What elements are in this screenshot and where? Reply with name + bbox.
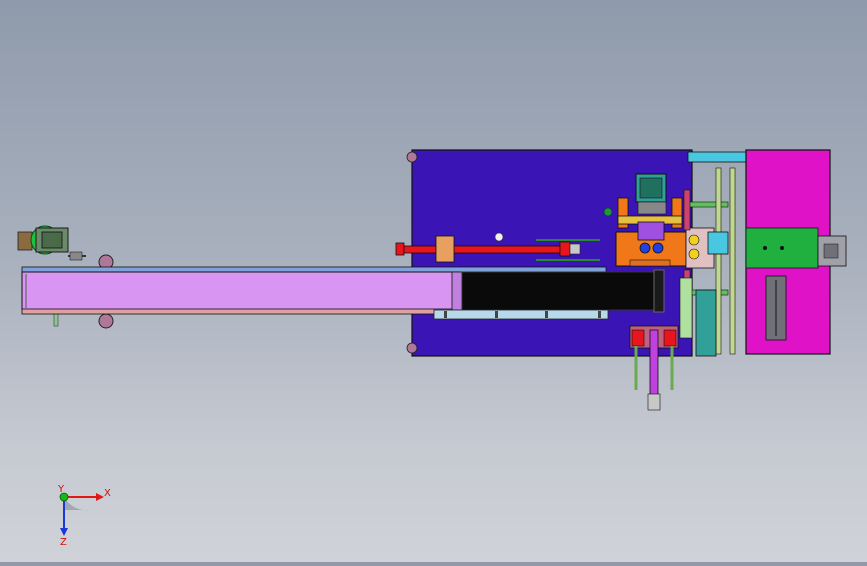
guide-clip-2 xyxy=(495,311,498,318)
shaft-coupling xyxy=(69,251,83,261)
vertical-cylinder-assembly[interactable] xyxy=(629,325,679,411)
orange-block-bottom xyxy=(629,259,671,267)
mount-hole-left xyxy=(763,246,767,250)
guide-clip-1 xyxy=(444,311,447,318)
x-axis-arrowhead xyxy=(96,493,104,501)
vertical-post-right xyxy=(729,167,736,355)
belt-guide-plate xyxy=(433,309,609,320)
teal-slider-inner xyxy=(639,177,663,199)
grey-bracket-slot xyxy=(823,243,839,259)
plate-corner-bolt-tl xyxy=(406,151,418,163)
magenta-side-panel[interactable] xyxy=(745,149,847,355)
x-axis-label: X xyxy=(104,488,111,499)
z-axis-label: Z xyxy=(60,537,67,548)
conveyor-end-cap xyxy=(451,271,463,311)
guide-clip-4 xyxy=(598,311,601,318)
cyan-gripper-face xyxy=(707,231,729,255)
z-axis-arrowhead xyxy=(60,528,68,536)
mount-hole-right xyxy=(780,246,784,250)
teal-lower-block xyxy=(695,289,717,357)
cad-viewport[interactable]: X Y Z xyxy=(0,0,867,562)
cyan-top-bar xyxy=(687,151,747,163)
vertical-post-left xyxy=(715,167,722,355)
roller-wheel-bottom xyxy=(98,313,114,329)
cylinder-clamp xyxy=(435,235,455,263)
guide-clip-3 xyxy=(545,311,548,318)
slider-bolts-plate xyxy=(637,201,667,215)
coordinate-triad: X Y Z xyxy=(57,484,111,548)
cylinder-end-cap-left xyxy=(395,242,405,256)
cylinder-barrel xyxy=(403,245,571,254)
drive-motor-assembly[interactable] xyxy=(17,225,86,261)
conveyor-bottom-rail xyxy=(21,308,461,315)
conveyor-assembly[interactable] xyxy=(21,266,665,320)
plate-white-knob xyxy=(494,232,504,242)
belt-end-roller xyxy=(653,269,665,313)
cylinder-head xyxy=(559,241,571,257)
conveyor-belt-surface[interactable] xyxy=(21,271,461,311)
vertical-cyl-barrel xyxy=(649,329,659,397)
blue-sensor-right xyxy=(652,242,664,254)
pink-link-upper xyxy=(683,189,691,231)
y-axis-label: Y xyxy=(57,484,65,495)
gripper-roller-1 xyxy=(688,234,700,246)
vertical-cyl-mount-red-2 xyxy=(663,329,677,347)
vertical-cyl-end xyxy=(647,393,661,411)
gripper-roller-2 xyxy=(688,248,700,260)
cad-model-view[interactable]: X Y Z xyxy=(0,0,867,562)
plate-corner-bolt-bl xyxy=(406,342,418,354)
blue-sensor-left xyxy=(639,242,651,254)
plate-green-marker xyxy=(603,207,613,217)
black-belt-section[interactable] xyxy=(461,271,655,311)
light-green-bracket xyxy=(679,277,693,339)
purple-holder xyxy=(637,221,665,241)
gearbox-detail xyxy=(41,231,63,249)
green-guide-rail-upper xyxy=(687,201,729,208)
vertical-cyl-mount-red xyxy=(631,329,645,347)
motor-mount-bracket xyxy=(17,231,33,251)
cylinder-fitting xyxy=(569,243,581,255)
